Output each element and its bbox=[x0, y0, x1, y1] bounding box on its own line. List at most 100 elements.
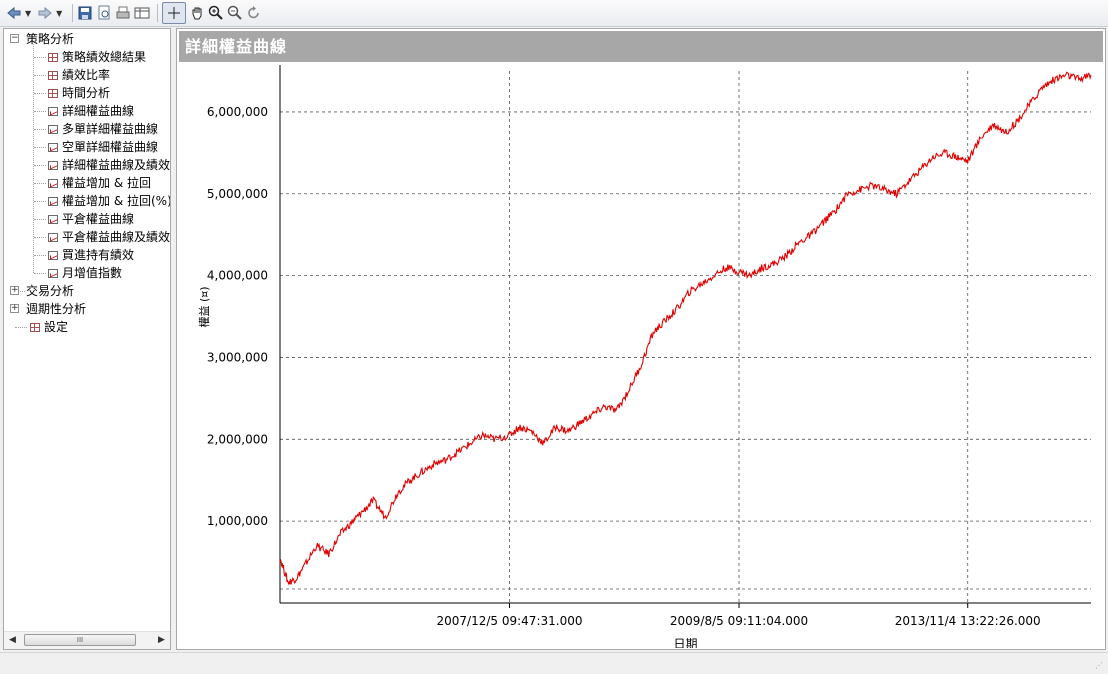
back-arrow-icon[interactable] bbox=[6, 3, 22, 23]
tree-connector-line bbox=[34, 93, 46, 95]
tree-item-label: 平倉權益曲線 bbox=[62, 212, 135, 226]
save-icon[interactable] bbox=[77, 3, 93, 23]
toolbar: ▼ ▼ bbox=[0, 0, 1108, 27]
x-tick-label: 2013/11/4 13:22:26.000 bbox=[895, 614, 1041, 628]
tree-item-label: 買進持有績效 bbox=[62, 248, 135, 262]
zoom-out-icon[interactable] bbox=[227, 3, 243, 23]
zoom-in-icon[interactable] bbox=[208, 3, 224, 23]
panel-title: 詳細權益曲線 bbox=[179, 31, 1103, 62]
tree-item-label: 平倉權益曲線及績效 bbox=[62, 230, 171, 244]
y-tick-label: 6,000,000 bbox=[207, 105, 268, 119]
table-report-icon bbox=[48, 53, 58, 62]
line-chart-icon bbox=[48, 125, 58, 134]
tree-connector-line bbox=[34, 237, 46, 239]
table-report-icon bbox=[48, 71, 58, 80]
tree-item[interactable]: 買進持有績效 bbox=[48, 246, 134, 264]
tree-item-label: 詳細權益曲線 bbox=[62, 104, 135, 118]
tree-item[interactable]: 多單詳細權益曲線 bbox=[48, 120, 158, 138]
tree-item-settings[interactable]: 設定 bbox=[30, 318, 68, 336]
y-tick-label: 2,000,000 bbox=[207, 432, 268, 446]
tree-item[interactable]: 詳細權益曲線 bbox=[48, 102, 134, 120]
expand-toggle-icon[interactable]: + bbox=[10, 304, 19, 313]
toolbar-separator bbox=[72, 4, 74, 22]
line-chart-icon bbox=[48, 251, 58, 260]
tree-item[interactable]: 詳細權益曲線及績效 bbox=[48, 156, 170, 174]
tree-connector-line bbox=[34, 183, 46, 185]
tree-item-label: 多單詳細權益曲線 bbox=[62, 122, 159, 136]
scroll-right-icon[interactable]: ▶ bbox=[158, 635, 165, 645]
y-axis-label: 權益 (¤) bbox=[197, 286, 211, 327]
x-tick-label: 2007/12/5 09:47:31.000 bbox=[437, 614, 583, 628]
grid-view-icon[interactable] bbox=[134, 3, 150, 23]
tree-item-label: 空單詳細權益曲線 bbox=[62, 140, 159, 154]
reset-icon[interactable] bbox=[246, 3, 262, 23]
status-bar: ⋰ bbox=[0, 652, 1108, 674]
tree-connector-line bbox=[34, 255, 46, 257]
tree-item-label: 績效比率 bbox=[62, 68, 111, 82]
tree-item[interactable]: 平倉權益曲線及績效 bbox=[48, 228, 170, 246]
tree-item-label: 時間分析 bbox=[62, 86, 111, 100]
x-tick-label: 2009/8/5 09:11:04.000 bbox=[670, 614, 808, 628]
y-tick-label: 3,000,000 bbox=[207, 350, 268, 364]
resize-grip-icon[interactable]: ⋰ bbox=[1095, 661, 1105, 671]
y-tick-label: 4,000,000 bbox=[207, 269, 268, 283]
series-line-low-equity bbox=[279, 71, 1092, 585]
tree-item-label: 設定 bbox=[44, 320, 69, 334]
line-chart-icon bbox=[48, 107, 58, 116]
tree-connector-line bbox=[34, 273, 46, 275]
tree-item[interactable]: 時間分析 bbox=[48, 84, 110, 102]
print-icon[interactable] bbox=[115, 3, 131, 23]
tree-connector-line bbox=[34, 219, 46, 221]
y-tick-label: 5,000,000 bbox=[207, 187, 268, 201]
tree-item[interactable]: 策略績效總結果 bbox=[48, 48, 146, 66]
back-dropdown-icon[interactable]: ▼ bbox=[25, 9, 31, 18]
tree-connector-line bbox=[34, 201, 46, 203]
tree-item[interactable]: 權益增加 & 拉回(%) bbox=[48, 192, 171, 210]
y-tick-label: 1,000,000 bbox=[207, 514, 268, 528]
tree-connector-line bbox=[15, 327, 27, 329]
line-chart-icon bbox=[48, 215, 58, 224]
tree-group-label: 交易分析 bbox=[26, 284, 75, 298]
line-chart-icon bbox=[48, 143, 58, 152]
line-chart-icon bbox=[48, 161, 58, 170]
forward-dropdown-icon[interactable]: ▼ bbox=[56, 9, 62, 18]
scrollbar-thumb[interactable]: III bbox=[24, 634, 136, 646]
tree-item[interactable]: 空單詳細權益曲線 bbox=[48, 138, 158, 156]
line-chart-icon bbox=[48, 197, 58, 206]
tree-group-label: 週期性分析 bbox=[26, 302, 87, 316]
crosshair-icon[interactable] bbox=[162, 2, 187, 24]
tree-item[interactable]: 平倉權益曲線 bbox=[48, 210, 134, 228]
tree-item-label: 權益增加 & 拉回 bbox=[62, 176, 151, 190]
x-axis-label: 日期 bbox=[673, 637, 697, 648]
tree-connector-line bbox=[34, 57, 46, 59]
equity-curve-chart[interactable]: 1,000,000 2,000,000 3,000,000 4,000,000 5,00… bbox=[179, 63, 1105, 648]
tree-item-label: 月增值指數 bbox=[62, 266, 123, 280]
tree-connector-line bbox=[34, 129, 46, 131]
print-preview-icon[interactable] bbox=[96, 3, 112, 23]
line-chart-icon bbox=[48, 269, 58, 278]
expand-toggle-icon[interactable]: + bbox=[10, 286, 19, 295]
forward-arrow-icon[interactable] bbox=[37, 3, 53, 23]
toolbar-separator bbox=[157, 4, 159, 22]
settings-icon bbox=[30, 323, 40, 332]
tree-item-label: 詳細權益曲線及績效 bbox=[62, 158, 171, 172]
tree-connector-line bbox=[34, 165, 46, 167]
tree-connector-line bbox=[20, 291, 25, 293]
tree-item-label: 策略績效總結果 bbox=[62, 50, 147, 64]
hand-pan-icon[interactable] bbox=[189, 3, 205, 23]
tree-item-label: 權益增加 & 拉回(%) bbox=[62, 194, 171, 208]
tree-connector-line bbox=[34, 75, 46, 77]
tree-item[interactable]: 月增值指數 bbox=[48, 264, 122, 282]
tree-connector-line bbox=[34, 111, 46, 113]
tree-group-trade-analysis[interactable]: 交易分析 bbox=[26, 282, 74, 300]
tree-horizontal-scrollbar[interactable]: ◀ III ▶ bbox=[4, 631, 170, 649]
tree-group-periodic-analysis[interactable]: 週期性分析 bbox=[26, 300, 86, 318]
navigation-tree: ◀ III ▶ − 策略分析 策略績效總結果 績效比率 時間分析 詳細權益曲線 多單詳細權益… bbox=[3, 28, 171, 650]
line-chart-icon bbox=[48, 233, 58, 242]
tree-item[interactable]: 權益增加 & 拉回 bbox=[48, 174, 151, 192]
tree-connector-line bbox=[34, 147, 46, 149]
scroll-left-icon[interactable]: ◀ bbox=[9, 635, 16, 645]
tree-item[interactable]: 績效比率 bbox=[48, 66, 110, 84]
collapse-toggle-icon[interactable]: − bbox=[10, 34, 19, 43]
line-chart-icon bbox=[48, 179, 58, 188]
